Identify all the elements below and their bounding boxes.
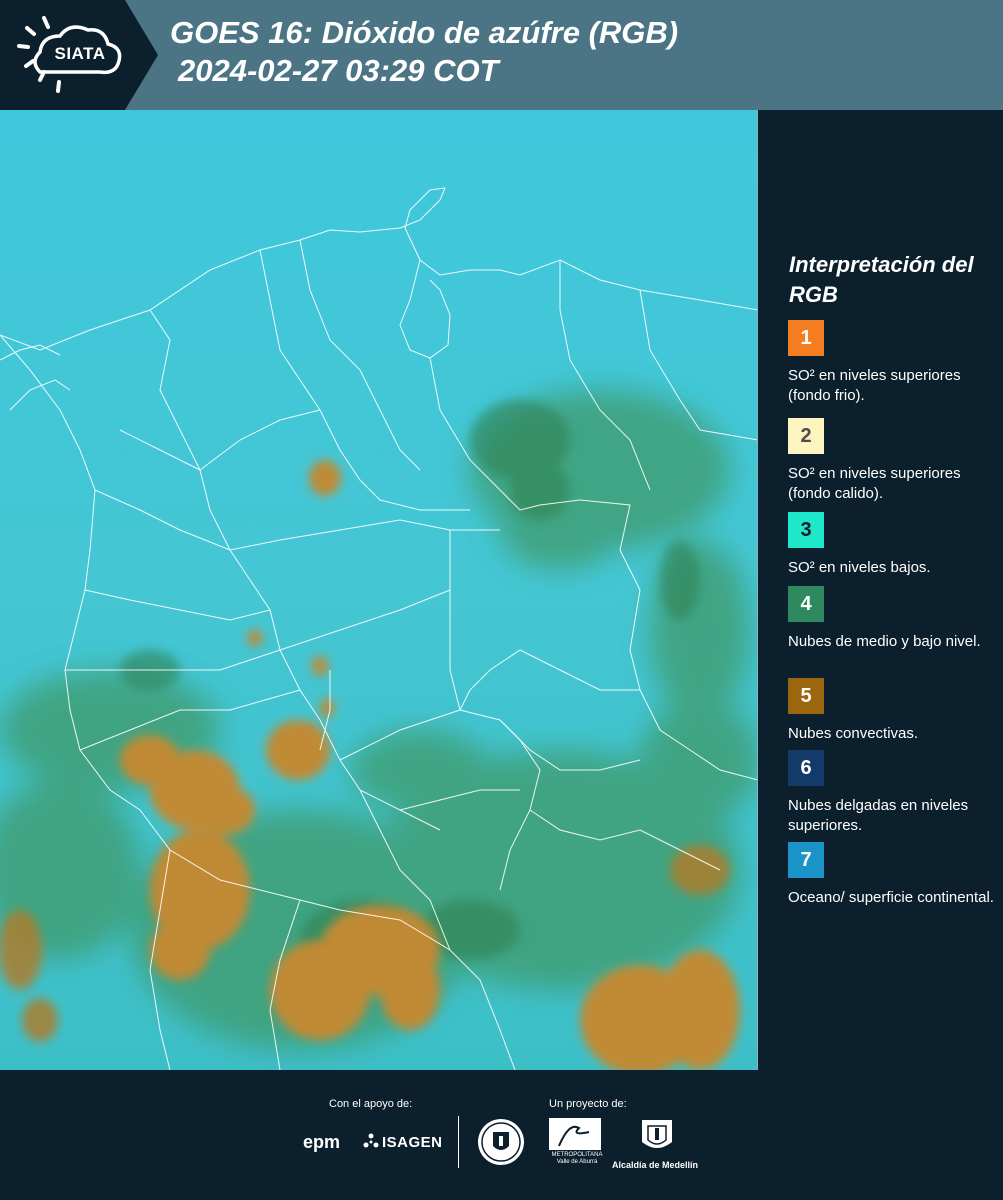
area-metropolitana-label: METROPOLITANA Valle de Aburrá — [551, 1152, 603, 1165]
footer: Con el apoyo de: Un proyecto de: epm ISA… — [0, 1070, 1003, 1200]
legend-item-label: SO² en niveles superiores (fondo calido)… — [788, 465, 961, 502]
legend-item-label: SO² en niveles superiores (fondo frio). — [788, 367, 961, 404]
legend-swatch: 4 — [788, 586, 824, 622]
legend-item-label: Nubes de medio y bajo nivel. — [788, 633, 981, 650]
legend-item-2: 2 SO² en niveles superiores (fondo calid… — [788, 418, 998, 504]
legend-item-7: 7 Oceano/ superficie continental. — [788, 842, 998, 908]
legend-item-5: 5 Nubes convectivas. — [788, 678, 998, 744]
page-title: GOES 16: Dióxido de azúfre (RGB) — [170, 15, 679, 50]
legend-swatch: 2 — [788, 418, 824, 454]
epm-logo: epm — [303, 1132, 341, 1152]
alcaldia-shield-icon — [642, 1120, 672, 1148]
siata-logo-text: SIATA — [54, 44, 106, 63]
legend-item-1: 1 SO² en niveles superiores (fondo frio)… — [788, 320, 998, 406]
legend-item-label: SO² en niveles bajos. — [788, 559, 931, 576]
isagen-logo: ISAGEN — [382, 1134, 443, 1151]
medellin-seal-icon — [478, 1119, 524, 1165]
legend-swatch: 5 — [788, 678, 824, 714]
legend-item-label: Nubes delgadas en niveles superiores. — [788, 797, 969, 834]
isagen-icon — [363, 1133, 379, 1148]
legend-item-6: 6 Nubes delgadas en niveles superiores. — [788, 750, 998, 836]
legend-item-label: Oceano/ superficie continental. — [788, 889, 994, 906]
page-timestamp: 2024-02-27 03:29 COT — [178, 53, 499, 88]
legend-swatch: 1 — [788, 320, 824, 356]
legend-title: Interpretación del RGB — [789, 252, 974, 307]
legend-item-4: 4 Nubes de medio y bajo nivel. — [788, 586, 998, 652]
legend-item-3: 3 SO² en niveles bajos. — [788, 512, 998, 578]
legend-swatch: 7 — [788, 842, 824, 878]
footer-divider — [458, 1116, 459, 1168]
support-label: Con el apoyo de: — [329, 1098, 413, 1110]
legend-swatch: 6 — [788, 750, 824, 786]
legend-item-label: Nubes convectivas. — [788, 725, 919, 742]
map-satellite-image — [0, 110, 758, 1070]
legend-panel: Interpretación del RGB 1 SO² en niveles … — [758, 110, 1003, 1070]
alcaldia-label: Alcaldía de Medellín — [612, 1160, 699, 1170]
project-label: Un proyecto de: — [549, 1098, 627, 1110]
logo-block: SIATA — [0, 0, 158, 110]
satellite-map[interactable] — [0, 110, 758, 1070]
header-bar: SIATA GOES 16: Dióxido de azúfre (RGB) 2… — [0, 0, 1003, 110]
legend-swatch: 3 — [788, 512, 824, 548]
